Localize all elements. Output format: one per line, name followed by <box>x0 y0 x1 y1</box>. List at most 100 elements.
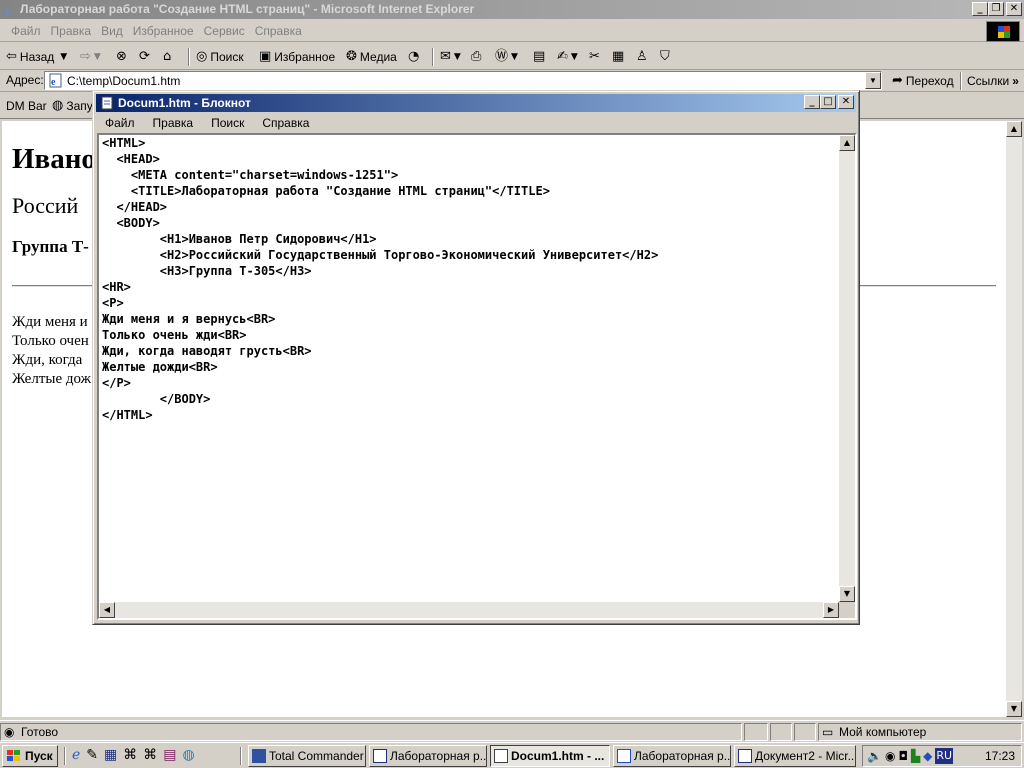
history-icon: ◔ <box>408 49 420 64</box>
menu-help[interactable]: Справка <box>250 20 307 42</box>
archive-icon[interactable]: ▤ <box>163 747 176 763</box>
address-input[interactable]: e C:\temp\Docum1.htm ▼ <box>44 71 882 90</box>
forward-button[interactable]: ⇨ ▼ <box>80 47 104 67</box>
chevron-right-icon: » <box>1012 74 1019 88</box>
notepad-close-button[interactable]: ✕ <box>838 95 854 109</box>
home-button[interactable]: ⌂ <box>163 47 174 67</box>
minimize-button[interactable]: _ <box>972 2 988 16</box>
volume-icon[interactable]: 🔈 <box>867 748 882 764</box>
tray-app-icon[interactable]: ▙ <box>911 748 920 764</box>
refresh-icon: ⟳ <box>139 49 150 64</box>
ie-icon <box>617 749 631 763</box>
clock[interactable]: 17:23 <box>985 748 1015 764</box>
messenger-button[interactable]: ♙ <box>636 47 651 67</box>
mail-button[interactable]: ✉ ▼ <box>440 47 464 67</box>
address-value: C:\temp\Docum1.htm <box>67 74 181 88</box>
document-icon: ▤ <box>533 49 546 64</box>
tray-app-icon[interactable]: ◘ <box>898 748 908 764</box>
research-button[interactable]: ⛉ <box>660 47 673 67</box>
notepad-menu-file[interactable]: Файл <box>96 113 144 133</box>
scroll-left-button[interactable]: ◀ <box>99 602 115 618</box>
edit-word-button[interactable]: Ⓦ ▼ <box>495 47 521 67</box>
page-h1: Ивано <box>12 143 96 175</box>
globe-icon: ◍ <box>52 98 64 113</box>
ie-title-bar[interactable]: e Лабораторная работа "Создание HTML стр… <box>0 0 1024 19</box>
notepad-menu-edit[interactable]: Правка <box>144 113 203 133</box>
scroll-up-button[interactable]: ▲ <box>1006 121 1022 137</box>
network-icon[interactable]: ⌘ <box>123 747 137 763</box>
page-h3: Группа Т- <box>12 237 89 256</box>
search-icon: ◎ <box>196 49 208 64</box>
menu-tools[interactable]: Сервис <box>199 20 250 42</box>
back-button[interactable]: ⇦ Назад ▼ <box>6 47 70 67</box>
history-button[interactable]: ◔ <box>408 47 422 67</box>
notepad-vertical-scrollbar[interactable]: ▲ ▼ <box>839 135 855 602</box>
media-button[interactable]: ❂ Медиа <box>346 47 397 67</box>
translate-icon: ✍ <box>557 49 568 64</box>
stop-button[interactable]: ⊗ <box>116 47 130 67</box>
task-total-commander[interactable]: Total Commander ... <box>248 745 366 767</box>
notepad-minimize-button[interactable]: _ <box>804 95 820 109</box>
print-icon: ⎙ <box>471 49 482 64</box>
notepad-window-title: Docum1.htm - Блокнот <box>118 96 251 110</box>
notepad-menu-search[interactable]: Поиск <box>202 113 253 133</box>
windows-flag-icon <box>7 750 20 761</box>
favorites-button[interactable]: ▣ Избранное <box>259 47 335 67</box>
notepad-menu-help[interactable]: Справка <box>253 113 318 133</box>
favorites-icon: ▣ <box>259 49 272 64</box>
status-pane <box>794 723 816 741</box>
menu-file[interactable]: Файл <box>6 20 46 42</box>
task-notepad[interactable]: Docum1.htm - ... <box>490 745 610 767</box>
notepad-maximize-button[interactable]: □ <box>820 95 836 109</box>
go-arrow-icon: ➦ <box>892 73 903 88</box>
status-text-pane: ◉ Готово <box>0 723 742 741</box>
notepad-window[interactable]: Docum1.htm - Блокнот _ □ ✕ Файл Правка П… <box>92 90 860 625</box>
menu-view[interactable]: Вид <box>96 20 128 42</box>
task-ie-lab[interactable]: Лабораторная р... <box>613 745 731 767</box>
refresh-button[interactable]: ⟳ <box>139 47 153 67</box>
address-bar: Адрес: e C:\temp\Docum1.htm ▼ ➦ Переход … <box>0 70 1024 92</box>
notepad-title-bar[interactable]: Docum1.htm - Блокнот _ □ ✕ <box>96 94 856 112</box>
network-icon[interactable]: ⌘ <box>143 747 157 763</box>
security-zone-pane: ▭ Мой компьютер <box>818 723 1022 741</box>
notepad-icon <box>101 96 113 110</box>
tray-app-icon[interactable]: ◉ <box>885 748 895 764</box>
start-button[interactable]: Пуск <box>2 745 58 767</box>
links-button[interactable]: Ссылки » <box>967 71 1019 91</box>
notepad-menu-bar: Файл Правка Поиск Справка <box>96 113 856 133</box>
launch-button[interactable]: ◍ Запу <box>52 96 93 116</box>
task-word-doc2[interactable]: Документ2 - Micr... <box>734 745 856 767</box>
floppy-icon[interactable]: ▦ <box>104 747 117 763</box>
page-vertical-scrollbar[interactable]: ▲ ▼ <box>1006 121 1022 717</box>
resize-grip-icon[interactable] <box>839 602 855 618</box>
ie-icon[interactable]: ℯ <box>72 747 80 763</box>
close-button[interactable]: ✕ <box>1006 2 1022 16</box>
scroll-right-button[interactable]: ▶ <box>823 602 839 618</box>
go-button[interactable]: ➦ Переход <box>892 71 954 91</box>
task-word-lab[interactable]: Лабораторная р... <box>369 745 487 767</box>
notepad-icon[interactable]: ✎ <box>86 747 98 763</box>
chevron-down-icon: ▼ <box>60 52 68 62</box>
discuss-button[interactable]: ▤ <box>533 47 548 67</box>
restore-button[interactable]: ❐ <box>988 2 1004 16</box>
scroll-down-button[interactable]: ▼ <box>1006 701 1022 717</box>
print-button[interactable]: ⎙ <box>471 47 484 67</box>
language-indicator[interactable]: RU <box>935 748 954 764</box>
globe-icon[interactable]: ◍ <box>183 747 195 763</box>
scroll-up-button[interactable]: ▲ <box>839 135 855 151</box>
search-button[interactable]: ◎ Поиск <box>196 47 244 67</box>
address-dropdown[interactable]: ▼ <box>865 72 881 89</box>
quick-launch: ℯ ✎ ▦ ⌘ ⌘ ▤ ◍ <box>72 747 195 763</box>
tray-app-icon[interactable]: ◆ <box>923 748 932 764</box>
page-done-icon: ◉ <box>4 725 15 739</box>
page-h2: Россий <box>12 193 79 218</box>
menu-edit[interactable]: Правка <box>46 20 97 42</box>
menu-favorites[interactable]: Избранное <box>128 20 199 42</box>
notepad-text-area[interactable]: <HTML> <HEAD> <META content="charset=win… <box>97 133 857 620</box>
save-button[interactable]: ▦ <box>612 47 627 67</box>
translate-button[interactable]: ✍ ▼ <box>557 47 581 67</box>
scroll-down-button[interactable]: ▼ <box>839 586 855 602</box>
cut-button[interactable]: ✂ <box>589 47 603 67</box>
dm-bar-button[interactable]: DM Bar <box>6 96 47 116</box>
notepad-horizontal-scrollbar[interactable]: ◀ ▶ <box>99 602 839 618</box>
